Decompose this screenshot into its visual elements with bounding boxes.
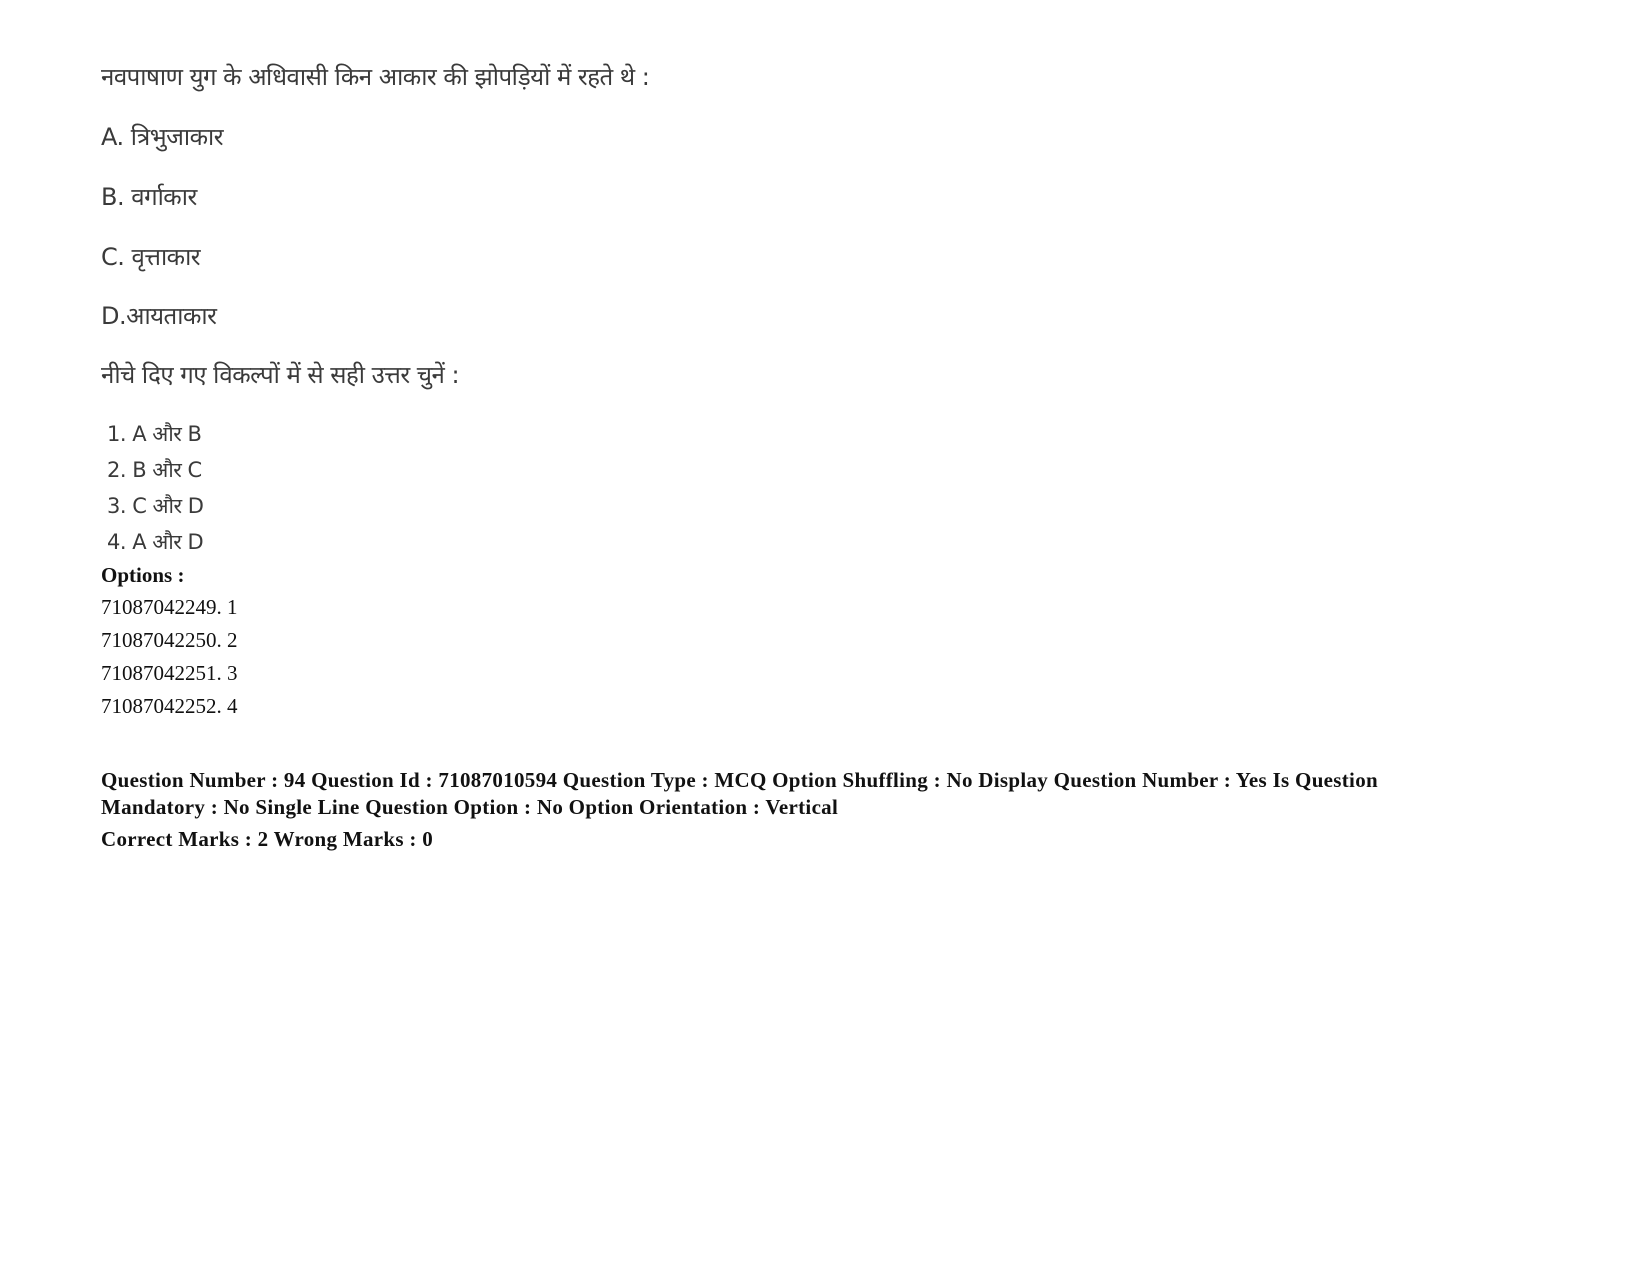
statement-c: C. वृत्ताकार: [101, 243, 201, 271]
statement-b: B. वर्गाकार: [101, 183, 197, 211]
instruction-text: नीचे दिए गए विकल्पों में से सही उत्तर चु…: [101, 361, 460, 389]
option-item: 71087042252. 4: [101, 694, 238, 718]
option-item: 71087042249. 1: [101, 595, 238, 619]
question-text: नवपाषाण युग के अधिवासी किन आकार की झोपड़…: [101, 63, 650, 91]
question-meta-info: Question Number : 94 Question Id : 71087…: [101, 768, 1378, 819]
option-item: 71087042250. 2: [101, 628, 238, 652]
choice-3: 3. C और D: [107, 494, 204, 518]
document-page: नवपाषाण युग के अधिवासी किन आकार की झोपड़…: [0, 0, 1650, 1275]
statement-d: D.आयताकार: [101, 302, 217, 330]
marks-info: Correct Marks : 2 Wrong Marks : 0: [101, 827, 434, 851]
option-item: 71087042251. 3: [101, 661, 238, 685]
choice-2: 2. B और C: [107, 458, 202, 482]
options-heading: Options :: [101, 563, 185, 587]
statement-a: A. त्रिभुजाकार: [101, 123, 224, 151]
choice-4: 4. A और D: [107, 530, 204, 554]
choice-1: 1. A और B: [107, 422, 202, 446]
